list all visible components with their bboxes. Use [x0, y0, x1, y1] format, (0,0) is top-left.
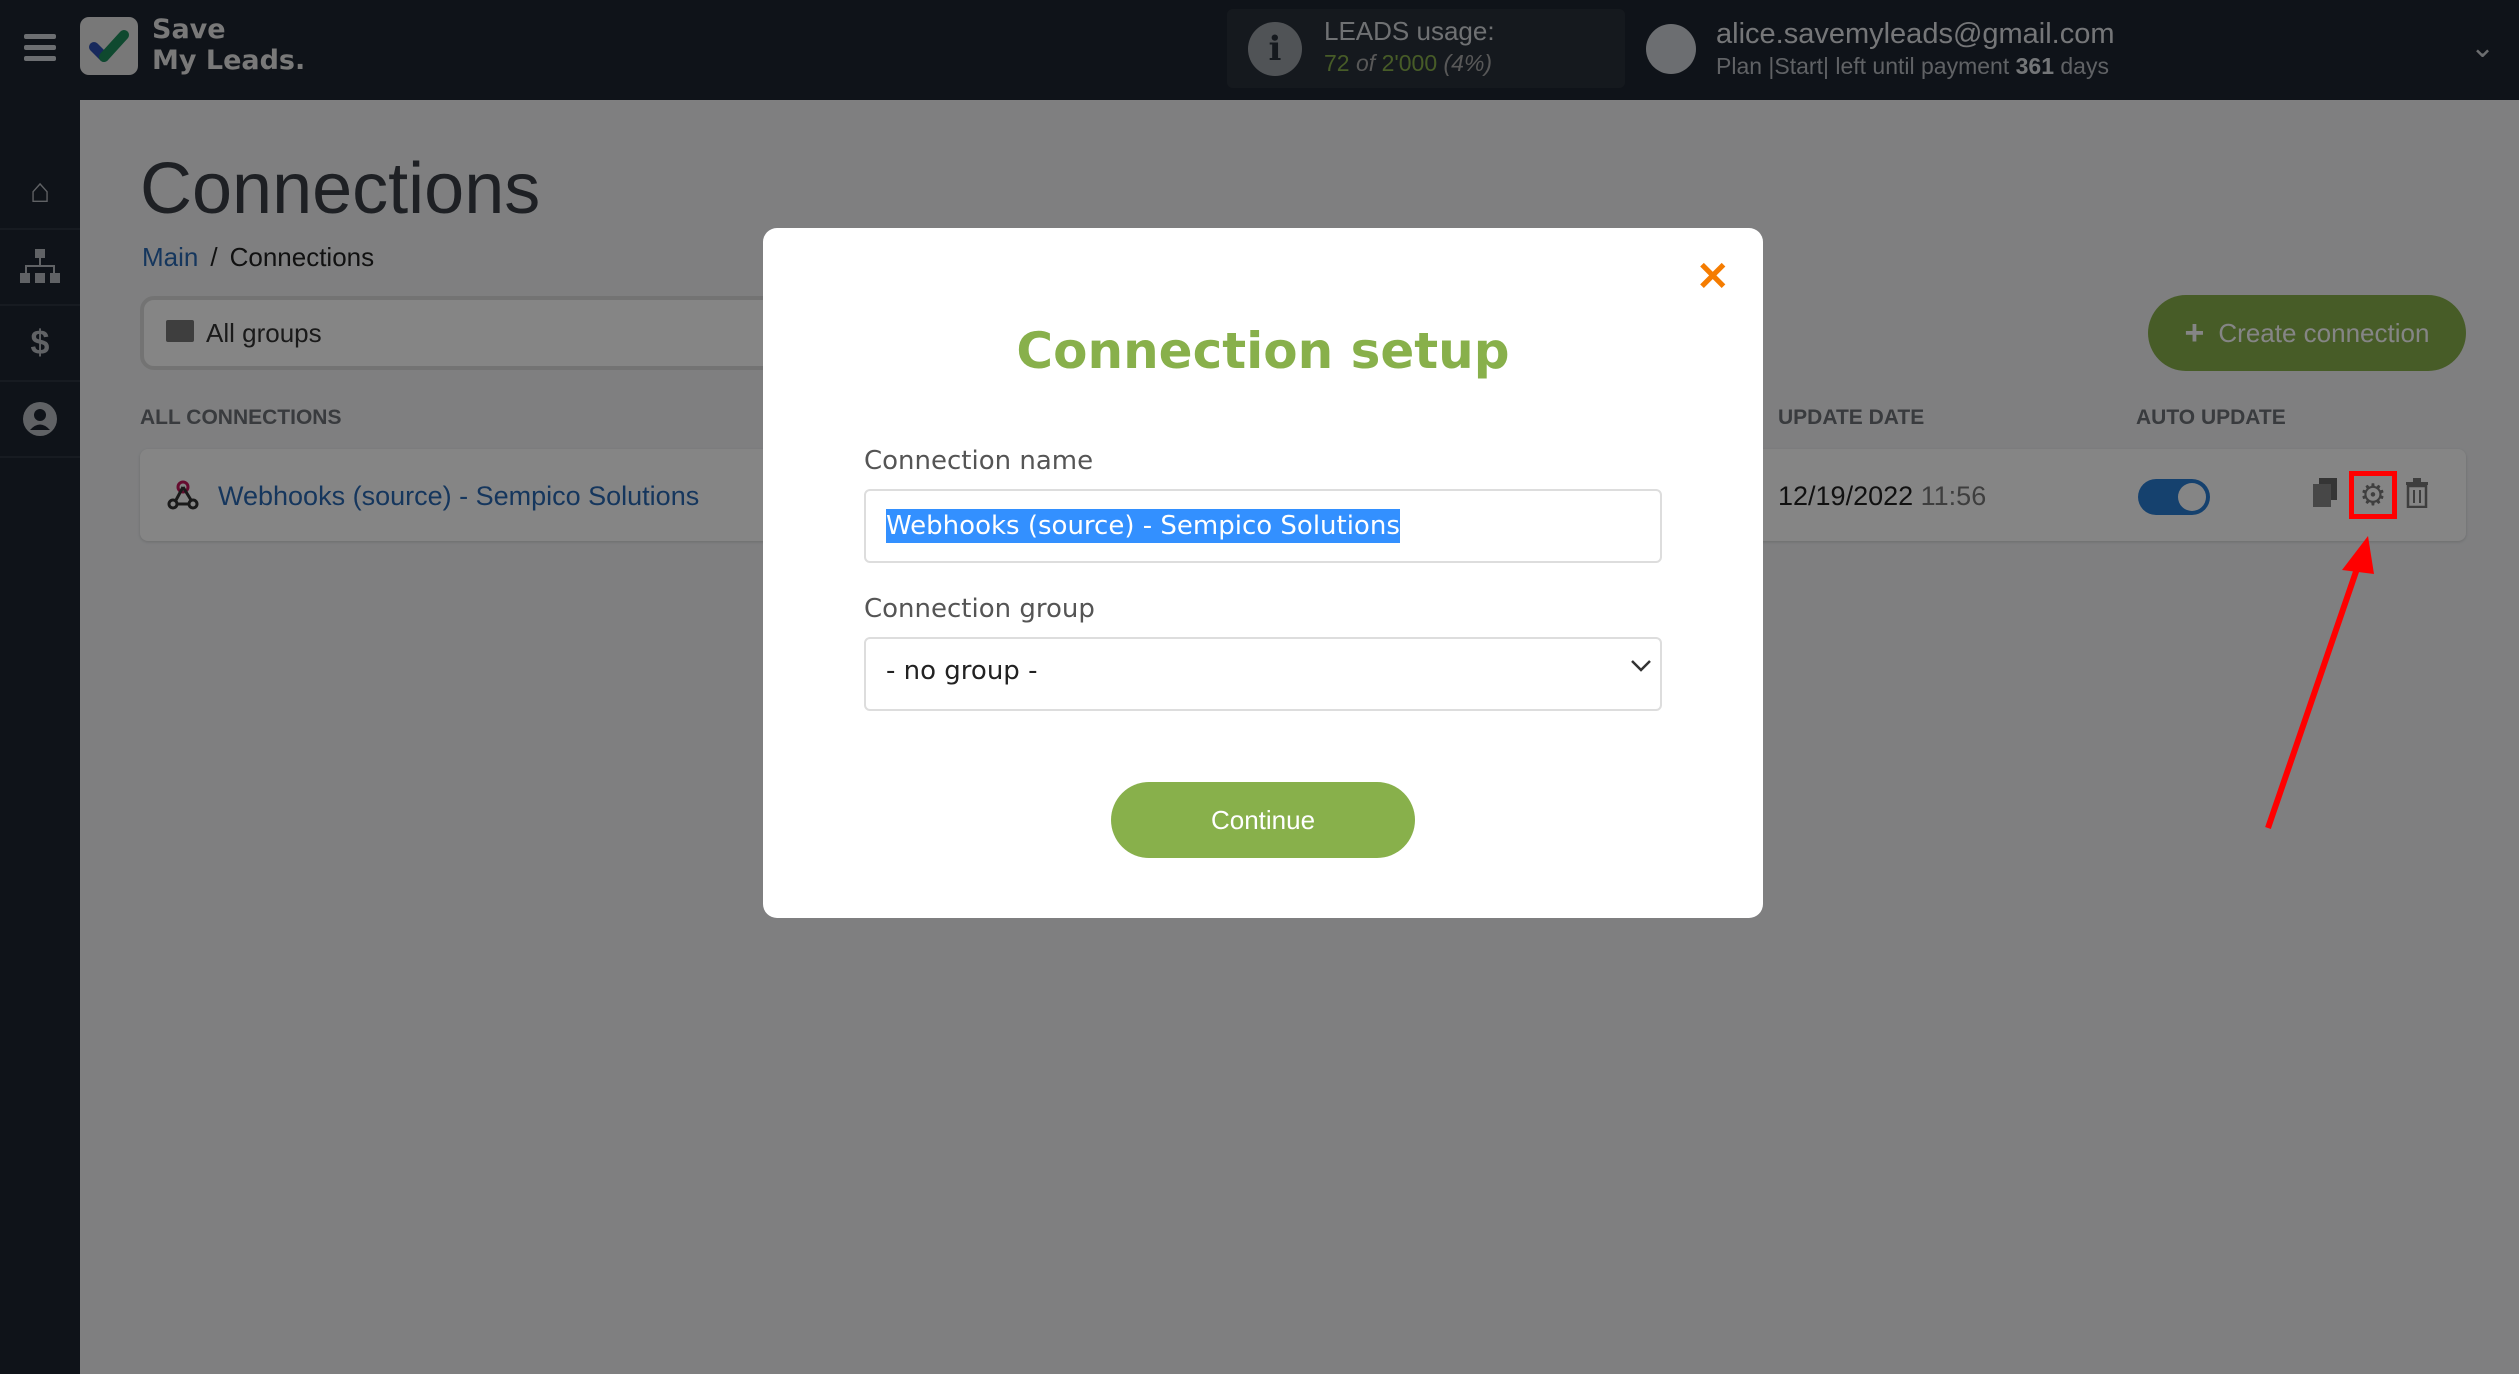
connection-name-value: Webhooks (source) - Sempico Solutions [886, 509, 1400, 543]
connection-group-label: Connection group [864, 594, 1095, 624]
connection-name-label: Connection name [864, 446, 1094, 476]
connection-name-input[interactable]: Webhooks (source) - Sempico Solutions [864, 489, 1662, 563]
annotation-arrow-icon [2265, 536, 2374, 829]
close-icon[interactable]: ✕ [1696, 254, 1730, 300]
annotation-highlight-box [2349, 471, 2397, 519]
connection-group-value: - no group - [886, 656, 1038, 686]
modal-title: Connection setup [1016, 322, 1510, 380]
chevron-down-icon [1630, 652, 1652, 680]
continue-button[interactable]: Continue [1111, 782, 1415, 858]
